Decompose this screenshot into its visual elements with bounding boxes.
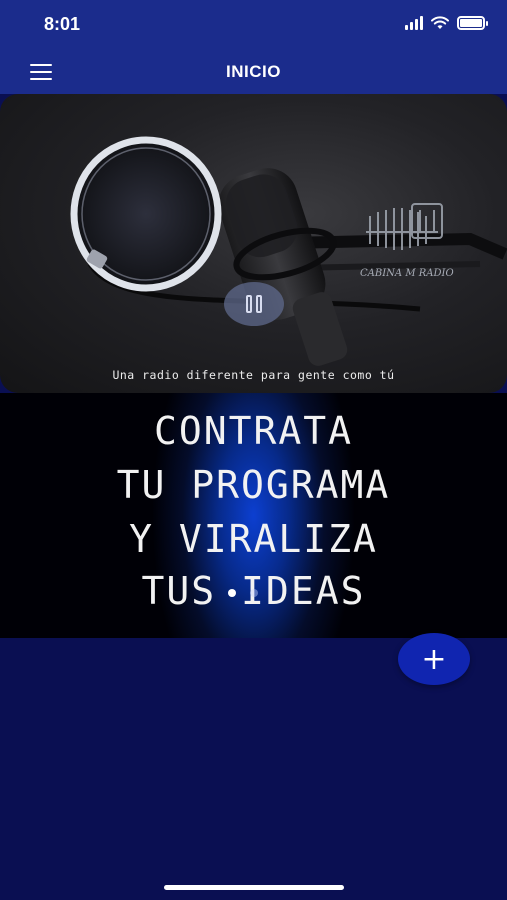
pause-icon [246,295,252,313]
promo-line-3: Y VIRALIZA [129,517,378,561]
battery-icon [457,16,488,30]
wifi-icon [431,16,449,29]
app-header: INICIO [0,50,507,94]
promo-line-1: CONTRATA [153,409,354,453]
signal-icon [405,16,423,30]
status-icons [405,16,488,30]
pause-button[interactable] [224,282,284,326]
page-dot-active[interactable] [228,589,236,597]
promo-line-2: TU PROGRAMA [116,463,391,507]
status-time: 8:01 [44,14,81,34]
svg-text:CABINA M RADIO: CABINA M RADIO [360,268,454,279]
hero-caption: Una radio diferente para gente como tú [112,368,395,382]
page-title: INICIO [226,62,281,81]
promo-banner[interactable]: CONTRATA TU PROGRAMA Y VIRALIZA TUS IDEA… [0,393,507,638]
status-bar: 8:01 [0,0,507,50]
pause-icon-bar [256,295,262,313]
add-fab-button[interactable]: + [398,633,470,685]
radio-hero-image: CABINA M RADIO Una radio diferente para … [0,94,507,393]
page-dot[interactable] [250,589,258,597]
home-indicator [164,885,344,890]
plus-icon: + [421,641,447,677]
cabina-m-radio-logo: CABINA M RADIO [360,203,454,279]
page-indicator [228,589,258,597]
